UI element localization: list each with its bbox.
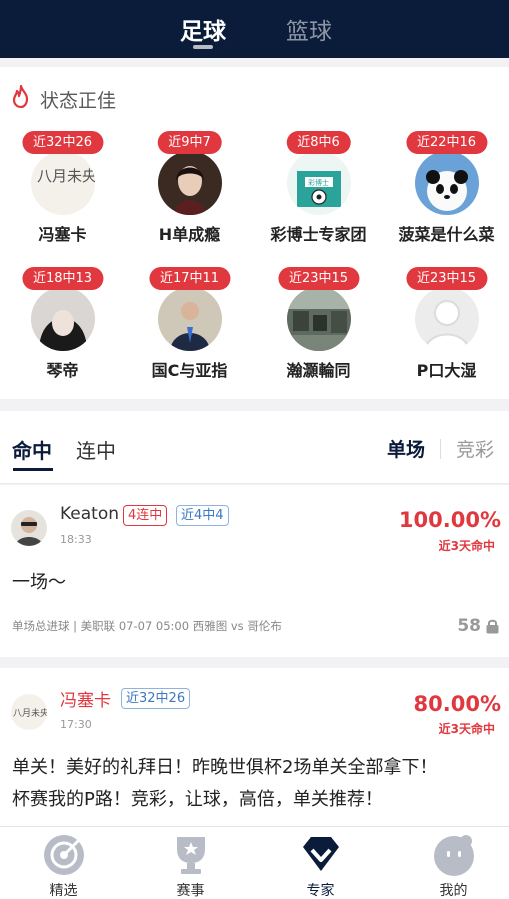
hit-badge: 近18中13 [21,267,104,290]
avatar [287,287,351,351]
hit-rate: 100.00% [398,508,501,532]
avatar[interactable]: 八月未央 [11,694,47,730]
avatar [158,287,222,351]
avatar-calligraphy: 八月未央 [13,707,47,719]
tab-divider [440,439,441,459]
nav-label: 精选 [49,883,78,899]
avatar[interactable] [11,510,47,546]
expert-name: 瀚灝輪同 [286,361,351,380]
expert-name: 国C与亚指 [151,361,228,380]
lock-icon [486,619,499,634]
avatar [31,287,95,351]
post-time: 17:30 [60,718,92,731]
expert-name: 琴帝 [46,361,79,380]
avatar [415,287,479,351]
hit-badge: 近22中16 [405,131,488,154]
hit-rate: 80.00% [413,692,501,716]
tab-hit[interactable]: 命中 [12,435,52,464]
tab-basketball[interactable]: 篮球 [286,12,332,46]
avatar [158,151,222,215]
bottom-nav: 精选 赛事 专家 我的 [0,826,509,899]
top-header: 足球 篮球 [0,0,509,58]
trophy-icon [177,837,205,874]
nav-events[interactable]: 赛事 [127,827,254,899]
tab-streak[interactable]: 连中 [76,435,116,464]
nav-experts[interactable]: 专家 [257,827,384,899]
view-count: 58 [457,616,481,636]
post-content-line: 单关！美好的礼拜日！昨晚世俱杯2场单关全部拿下！ [12,757,438,778]
nav-featured[interactable]: 精选 [0,827,127,899]
record-tag: 近4中4 [176,505,229,526]
hot-experts-section: 状态正佳 近32中26 八月未央 冯塞卡 近9中7 H单成瘾 近8中6 彩博士 … [0,67,509,399]
expert-card[interactable]: 近17中11 国C与亚指 [127,267,252,387]
expert-card[interactable]: 近18中13 琴帝 [0,267,125,387]
avatar-logo-text: 彩博士 [308,178,329,187]
target-icon [44,835,84,875]
avatar: 彩博士 [287,151,351,215]
avatar [415,151,479,215]
expert-name: H单成瘾 [158,225,221,244]
hit-rate-label: 近3天命中 [438,722,495,736]
fire-icon [12,85,29,109]
author-name[interactable]: 冯塞卡 [60,686,111,711]
nav-me[interactable]: 我的 [390,827,509,899]
section-title: 状态正佳 [40,90,117,112]
hit-badge: 近17中11 [148,267,231,290]
match-info: 单场总进球 | 美职联 07-07 05:00 西雅图 vs 哥伦布 [12,619,282,633]
nav-label: 专家 [306,883,335,899]
profile-face-icon [434,835,474,876]
expert-card[interactable]: 近9中7 H单成瘾 [127,131,252,251]
tab-football[interactable]: 足球 [180,12,226,46]
nav-label: 我的 [439,883,468,899]
expert-name: P口大湿 [416,361,477,380]
filter-tab-bar: 命中 连中 单场 竞彩 [0,411,509,484]
record-tag: 近32中26 [121,688,191,709]
hit-badge: 近9中7 [157,131,222,154]
diamond-icon [303,837,339,871]
hit-badge: 近23中15 [405,267,488,290]
expert-card[interactable]: 近8中6 彩博士 彩博士专家团 [256,131,381,251]
expert-card[interactable]: 近22中16 菠菜是什么菜 [384,131,509,251]
hit-rate-label: 近3天命中 [438,539,495,553]
app-screen: 足球 篮球 状态正佳 近32中26 八月未央 冯塞卡 近9中7 H单成瘾 近8中… [0,0,509,899]
tip-post[interactable]: 八月未央 冯塞卡 近32中26 17:30 80.00% 近3天命中 单关！美好… [0,668,509,826]
hit-badge: 近23中15 [277,267,360,290]
hit-badge: 近32中26 [21,131,104,154]
expert-name: 冯塞卡 [38,225,87,244]
tip-post[interactable]: Keaton 4连中 近4中4 18:33 100.00% 近3天命中 一场～ … [0,485,509,657]
tab-single-match[interactable]: 单场 [387,435,425,462]
streak-tag: 4连中 [123,505,168,526]
expert-card[interactable]: 近23中15 P口大湿 [384,267,509,387]
post-content-line: 杯赛我的P路！竞彩，让球，高倍，单关推荐！ [12,789,383,810]
hit-badge: 近8中6 [286,131,351,154]
author-name[interactable]: Keaton [60,504,119,524]
nav-label: 赛事 [176,883,205,899]
tab-underline [13,468,53,471]
post-content: 一场～ [12,572,66,593]
avatar-calligraphy: 八月未央 [37,167,95,185]
tab-jingcai[interactable]: 竞彩 [456,435,494,462]
expert-card[interactable]: 近32中26 八月未央 冯塞卡 [0,131,125,251]
expert-name: 彩博士专家团 [270,225,367,244]
expert-name: 菠菜是什么菜 [398,225,495,244]
avatar: 八月未央 [31,151,95,215]
post-time: 18:33 [60,533,92,546]
expert-card[interactable]: 近23中15 瀚灝輪同 [256,267,381,387]
active-tab-indicator [193,45,213,49]
